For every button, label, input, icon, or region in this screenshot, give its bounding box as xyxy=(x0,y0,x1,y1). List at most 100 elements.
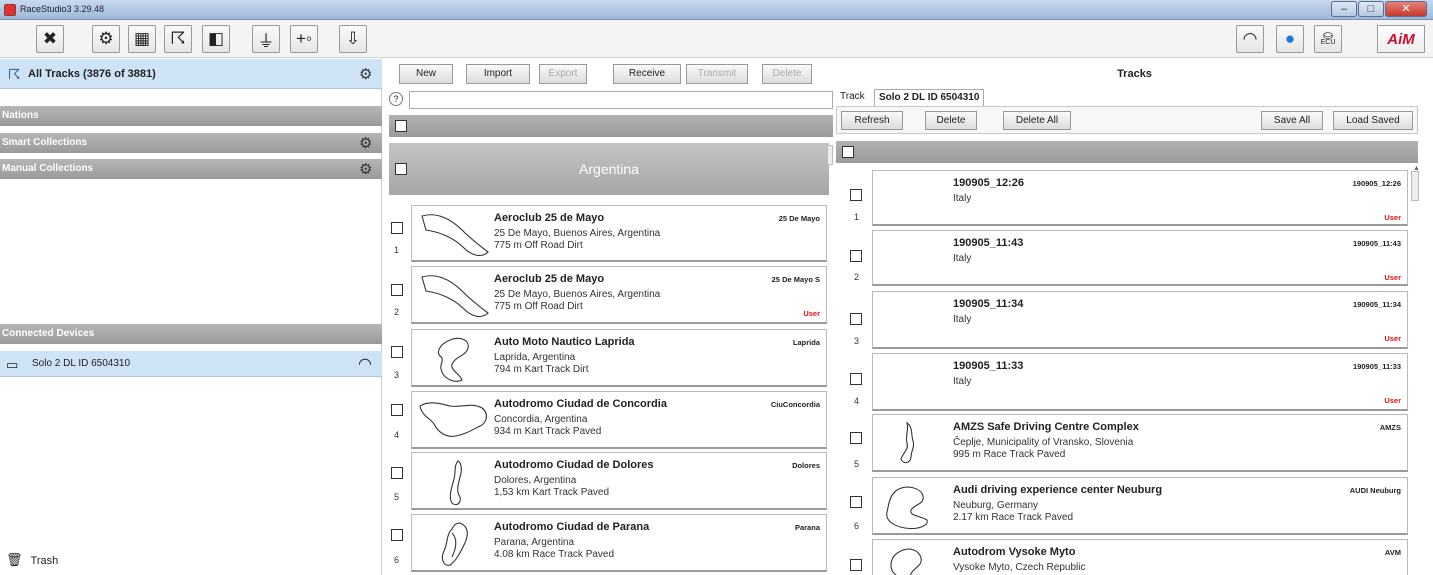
track-short-name: 190905_11:34 xyxy=(1353,300,1401,309)
track-short-name: AVM xyxy=(1384,548,1401,557)
scrollbar[interactable] xyxy=(827,145,833,165)
user-badge: User xyxy=(1384,334,1401,343)
load-saved-button[interactable]: Load Saved xyxy=(1333,111,1413,130)
row-checkbox[interactable] xyxy=(391,529,403,541)
row-number: 4 xyxy=(394,430,400,440)
receive-button[interactable]: Receive xyxy=(613,64,681,84)
row-number: 1 xyxy=(394,245,400,255)
track-card[interactable]: Auto Moto Nautico Laprida Laprida, Argen… xyxy=(411,329,827,387)
row-checkbox[interactable] xyxy=(850,250,862,262)
ecu-icon[interactable]: ⛀ ECU xyxy=(1314,25,1342,53)
tab-device[interactable]: Solo 2 DL ID 6504310 xyxy=(874,89,985,106)
delete-button[interactable]: Delete xyxy=(925,111,977,130)
device-button-bar: Refresh Delete Delete All Save All Load … xyxy=(836,106,1418,134)
tools-icon[interactable]: ✖ xyxy=(36,25,64,53)
refresh-button[interactable]: Refresh xyxy=(841,111,903,130)
track-name: Autodromo Ciudad de Concordia xyxy=(494,398,667,410)
import-button[interactable]: Import xyxy=(466,64,530,84)
download-icon[interactable]: ⇩ xyxy=(339,25,367,53)
row-checkbox[interactable] xyxy=(850,496,862,508)
track-short-name: 190905_12:26 xyxy=(1352,179,1401,188)
trash-item[interactable]: 🗑 Trash xyxy=(6,552,58,568)
close-button[interactable]: ✕ xyxy=(1385,1,1427,17)
gear-icon[interactable]: ⚙ xyxy=(92,25,120,53)
track-card[interactable]: Aeroclub 25 de Mayo 25 De Mayo, Buenos A… xyxy=(411,205,827,262)
delete-button[interactable]: Delete xyxy=(762,64,812,84)
device-label: Solo 2 DL ID 6504310 xyxy=(32,358,131,369)
track-card[interactable]: Aeroclub 25 de Mayo 25 De Mayo, Buenos A… xyxy=(411,266,827,324)
track-card[interactable]: Audi driving experience center Neuburg N… xyxy=(872,477,1408,535)
all-tracks-item[interactable]: ☈ All Tracks (3876 of 3881) ⚙ xyxy=(0,59,382,89)
title-bar: RaceStudio3 3.29.48 – □ ✕ xyxy=(0,0,1433,20)
gear-icon[interactable]: ⚙ xyxy=(359,134,372,152)
track-card[interactable]: 190905_11:34 Italy 190905_11:34 User xyxy=(872,291,1408,349)
nations-section[interactable]: Nations xyxy=(0,106,382,126)
row-number: 5 xyxy=(394,492,400,502)
select-all-checkbox[interactable] xyxy=(395,120,407,132)
panel-title: Tracks xyxy=(1117,68,1152,80)
manual-collections-section[interactable]: Manual Collections ⚙ xyxy=(0,159,382,179)
scrollbar[interactable] xyxy=(1411,171,1419,201)
smart-collections-section[interactable]: Smart Collections ⚙ xyxy=(0,133,382,153)
row-checkbox[interactable] xyxy=(391,222,403,234)
gear-icon[interactable]: ⚙ xyxy=(359,160,372,178)
track-label: Track xyxy=(840,91,865,102)
track-info: 775 m Off Road Dirt xyxy=(494,240,583,251)
search-row: ? xyxy=(389,91,833,109)
row-number: 4 xyxy=(854,396,860,406)
row-checkbox[interactable] xyxy=(850,432,862,444)
track-location: Neuburg, Germany xyxy=(953,500,1039,511)
row-checkbox[interactable] xyxy=(391,467,403,479)
row-checkbox[interactable] xyxy=(850,189,862,201)
track-short-name: 25 De Mayo S xyxy=(771,275,820,284)
device-grid-icon[interactable]: ▦ xyxy=(128,25,156,53)
track-map-icon xyxy=(441,522,468,566)
maximize-button[interactable]: □ xyxy=(1358,1,1384,17)
help-icon[interactable]: ? xyxy=(389,92,403,106)
row-checkbox[interactable] xyxy=(850,373,862,385)
track-card[interactable]: Autodromo Ciudad de Concordia Concordia,… xyxy=(411,391,827,449)
track-card[interactable]: Autodromo Ciudad de Parana Parana, Argen… xyxy=(411,514,827,572)
track-name: Audi driving experience center Neuburg xyxy=(953,484,1163,496)
library-button-bar: New Import Export Receive Transmit Delet… xyxy=(383,59,833,89)
row-checkbox[interactable] xyxy=(850,559,862,571)
save-all-button[interactable]: Save All xyxy=(1261,111,1323,130)
chat-icon[interactable]: ● xyxy=(1276,25,1304,53)
track-card[interactable]: 190905_11:43 Italy 190905_11:43 User xyxy=(872,230,1408,286)
row-checkbox[interactable] xyxy=(391,284,403,296)
dashboard-icon[interactable]: ◧ xyxy=(202,25,230,53)
track-name: 190905_11:33 xyxy=(953,360,1024,372)
export-button[interactable]: Export xyxy=(539,64,587,84)
track-map-icon xyxy=(886,486,928,530)
row-checkbox[interactable] xyxy=(850,313,862,325)
sidebar: ☈ All Tracks (3876 of 3881) ⚙ Nations Sm… xyxy=(0,59,382,575)
row-number: 6 xyxy=(854,521,860,531)
aim-logo[interactable]: AiM xyxy=(1377,25,1425,53)
track-card[interactable]: 190905_12:26 Italy 190905_12:26 User xyxy=(872,170,1408,226)
track-card[interactable]: 190905_11:33 Italy 190905_11:33 User xyxy=(872,353,1408,411)
ground-icon[interactable]: ⏚ xyxy=(252,25,280,53)
row-number: 1 xyxy=(854,212,860,222)
add-sensor-icon[interactable]: +◦ xyxy=(290,25,318,53)
tracks-icon[interactable]: ☈ xyxy=(164,25,192,53)
select-all-checkbox[interactable] xyxy=(842,146,854,158)
search-input[interactable] xyxy=(409,91,833,109)
wifi-icon[interactable]: ◠ xyxy=(1236,25,1264,53)
track-card[interactable]: Autodromo Ciudad de Dolores Dolores, Arg… xyxy=(411,452,827,510)
gear-icon[interactable]: ⚙ xyxy=(359,65,372,83)
device-item[interactable]: ▭ Solo 2 DL ID 6504310 ◠ xyxy=(0,351,382,377)
track-location: Italy xyxy=(953,193,972,204)
track-card[interactable]: Autodrom Vysoke Myto Vysoke Myto, Czech … xyxy=(872,539,1408,575)
row-checkbox[interactable] xyxy=(391,404,403,416)
track-name: Autodrom Vysoke Myto xyxy=(953,546,1076,558)
user-badge: User xyxy=(1384,396,1401,405)
group-header[interactable]: Argentina xyxy=(389,143,829,195)
track-card[interactable]: AMZS Safe Driving Centre Complex Čeplje,… xyxy=(872,414,1408,472)
delete-all-button[interactable]: Delete All xyxy=(1003,111,1071,130)
new-button[interactable]: New xyxy=(399,64,453,84)
user-badge: User xyxy=(1384,273,1401,282)
row-checkbox[interactable] xyxy=(391,346,403,358)
minimize-button[interactable]: – xyxy=(1331,1,1357,17)
row-number: 6 xyxy=(394,555,400,565)
transmit-button[interactable]: Transmit xyxy=(686,64,748,84)
